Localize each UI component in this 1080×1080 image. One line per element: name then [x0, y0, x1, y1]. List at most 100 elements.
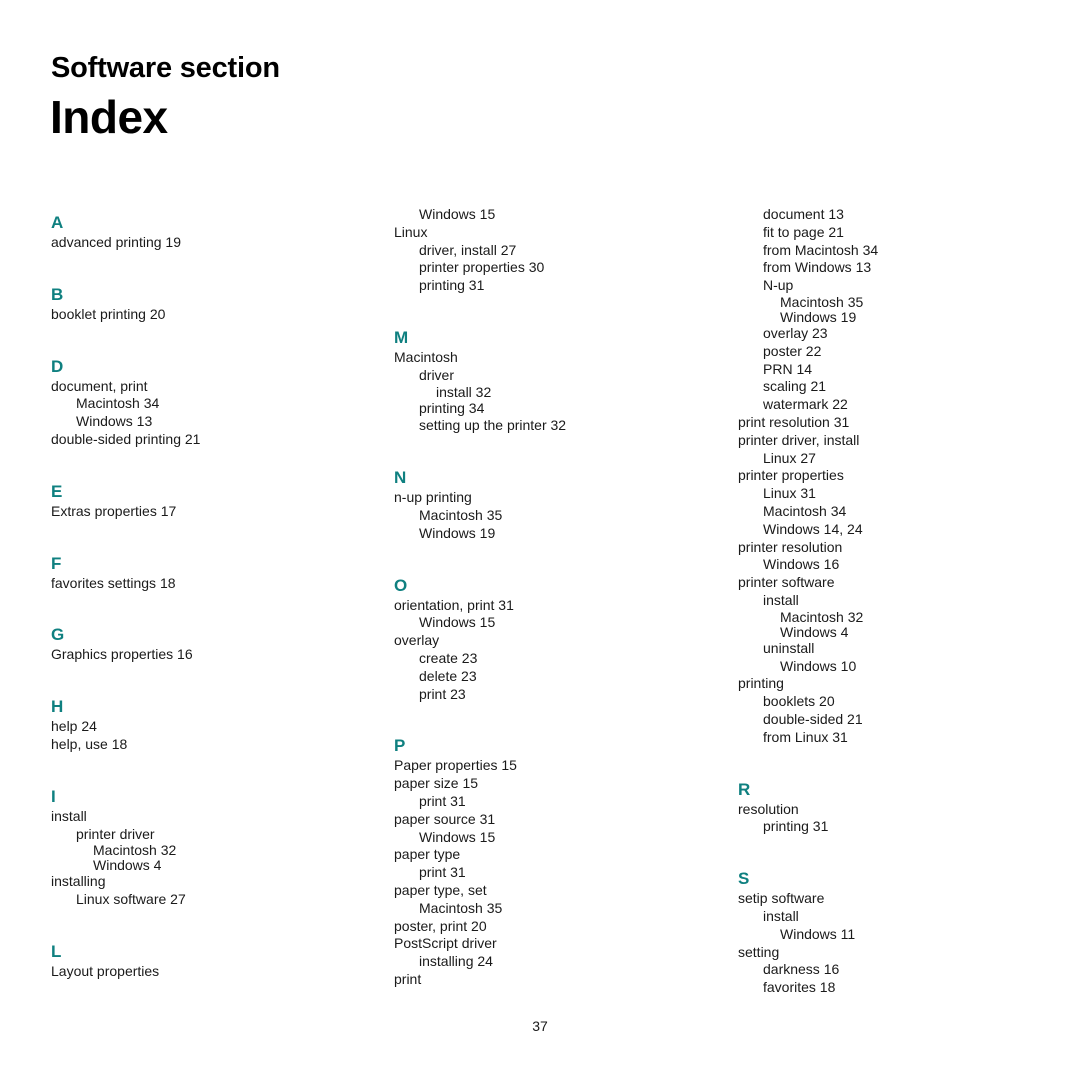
index-letter-group: M Macintosh driver install 32 printing 34 set… [394, 321, 694, 435]
index-letter-group: Nn-up printing Macintosh 35 Windows 19 [394, 461, 694, 542]
index-subentry: Windows 19 [780, 308, 857, 325]
index-subentry: PRN 14 [763, 360, 813, 377]
index-letter-group: document 13 fit to page 21 from Macintosh … [738, 206, 1038, 747]
index-letter-heading: L [51, 941, 62, 961]
index-entry: Linux [394, 223, 428, 240]
index-subentry: watermark 22 [763, 396, 848, 413]
index-letter-heading: F [51, 553, 62, 573]
index-letter-group: Aadvanced printing 19 [51, 206, 351, 252]
index-subentry: scaling 21 [763, 378, 827, 395]
index-subentry: booklets 20 [763, 693, 835, 710]
index-subentry: Macintosh 35 [419, 506, 503, 523]
index-subentry: favorites 18 [763, 979, 836, 996]
index-subentry: Linux 27 [763, 449, 816, 466]
page-title: Index [50, 91, 168, 143]
index-entry: overlay [394, 632, 440, 649]
index-subentry: create 23 [419, 649, 478, 666]
index-subentry: darkness 16 [763, 961, 840, 978]
index-subentry: double-sided 21 [763, 710, 863, 727]
index-subentry: print 31 [419, 792, 466, 809]
index-subentry: Linux software 27 [76, 891, 186, 908]
index-entry: printer resolution [738, 538, 843, 555]
section-title: Software section [51, 52, 280, 84]
index-entry: resolution [738, 800, 799, 817]
index-letter-group: E Extras properties 17 [51, 475, 351, 521]
index-subentry: Macintosh 32 [780, 608, 864, 625]
index-subentry: install [763, 907, 799, 924]
index-entry: booklet printing 20 [51, 305, 166, 322]
index-subentry: from Linux 31 [763, 728, 848, 745]
index-letter-heading: A [51, 213, 64, 232]
index-entry: Paper properties 15 [394, 757, 517, 774]
index-entry: Extras properties 17 [51, 502, 177, 519]
index-letter-heading: S [738, 869, 750, 889]
index-letter-group: Iinstall printer driver Macintosh 32 Window… [51, 780, 351, 909]
index-letter-heading: M [394, 327, 409, 347]
index-subentry: printing 31 [419, 277, 485, 294]
index-entry: paper type, set [394, 881, 487, 898]
index-column-3: document 13 fit to page 21 from Macintosh … [738, 206, 1038, 997]
index-entry: printing [738, 675, 784, 692]
index-letter-heading: I [51, 786, 56, 806]
index-entry: install [51, 807, 87, 824]
index-subentry: Linux 31 [763, 485, 816, 502]
index-letter-heading: P [394, 736, 406, 756]
index-subentry: printing 34 [419, 399, 485, 416]
index-entry: print [394, 970, 422, 987]
index-letter-heading: D [51, 356, 64, 376]
index-subentry: print 31 [419, 864, 466, 881]
index-subentry: install 32 [436, 383, 492, 400]
index-letter-heading: H [51, 697, 64, 717]
index-letter-group: Bbooklet printing 20 [51, 278, 351, 324]
index-entry: Layout properties [51, 962, 160, 979]
index-subentry: Windows 19 [419, 524, 496, 541]
index-letter-heading: E [51, 481, 63, 501]
index-subentry: overlay 23 [763, 324, 828, 341]
index-entry: printer software [738, 574, 835, 591]
index-entry: orientation, print 31 [394, 596, 514, 613]
index-subentry: installing 24 [419, 953, 493, 970]
index-letter-group: P Paper properties 15 paper size 15 print 3… [394, 729, 694, 988]
index-entry: help, use 18 [51, 735, 128, 752]
index-entry: setip software [738, 890, 825, 907]
index-entry: n-up printing [394, 489, 472, 506]
index-letter-group: Ddocument, print Macintosh 34 Windows 13 do… [51, 350, 351, 449]
index-letter-group: Rresolution printing 31 [738, 773, 1038, 837]
index-entry: Macintosh [394, 348, 458, 365]
index-subentry: driver, install 27 [419, 241, 517, 258]
index-subentry: Windows 15 [419, 206, 496, 222]
index-subentry: printing 31 [763, 818, 829, 835]
index-entry: document, print [51, 377, 148, 394]
index-subentry: fit to page 21 [763, 223, 844, 240]
index-entry: printer properties [738, 467, 844, 484]
index-subentry: Windows 14, 24 [763, 520, 863, 537]
index-entry: help 24 [51, 718, 97, 735]
index-subentry: Windows 15 [419, 614, 496, 631]
index-subentry: poster 22 [763, 342, 822, 359]
index-entry: paper size 15 [394, 775, 479, 792]
index-subentry: Macintosh 34 [76, 395, 160, 412]
index-letter-group: Oorientation, print 31 Windows 15 overlay c… [394, 569, 694, 704]
index-letter-heading: R [738, 779, 751, 799]
index-subentry: driver [419, 366, 455, 383]
index-subentry: Macintosh 35 [780, 293, 864, 310]
index-letter-heading: N [394, 468, 407, 488]
index-entry: setting [738, 943, 780, 960]
index-entry: double-sided printing 21 [51, 430, 201, 447]
index-entry: favorites settings 18 [51, 574, 176, 591]
index-subentry: Macintosh 35 [419, 899, 503, 916]
index-entry: advanced printing 19 [51, 234, 181, 250]
index-letter-group: L Layout properties [51, 935, 351, 981]
index-letter-heading: G [51, 625, 65, 645]
index-subentry: Windows 11 [780, 925, 856, 942]
index-entry: installing [51, 873, 106, 890]
index-letter-group: Ssetip software install Windows 11 setting d… [738, 862, 1038, 997]
index-subentry: Macintosh 34 [763, 502, 847, 519]
index-letter-heading: B [51, 284, 64, 304]
index-subentry: uninstall [763, 639, 815, 656]
index-entry: poster, print 20 [394, 917, 487, 934]
index-entry: printer driver, install [738, 431, 860, 448]
index-subentry: printer properties 30 [419, 259, 545, 276]
index-letter-group: Ffavorites settings 18 [51, 547, 351, 593]
index-letter-group: G Graphics properties 16 [51, 618, 351, 664]
